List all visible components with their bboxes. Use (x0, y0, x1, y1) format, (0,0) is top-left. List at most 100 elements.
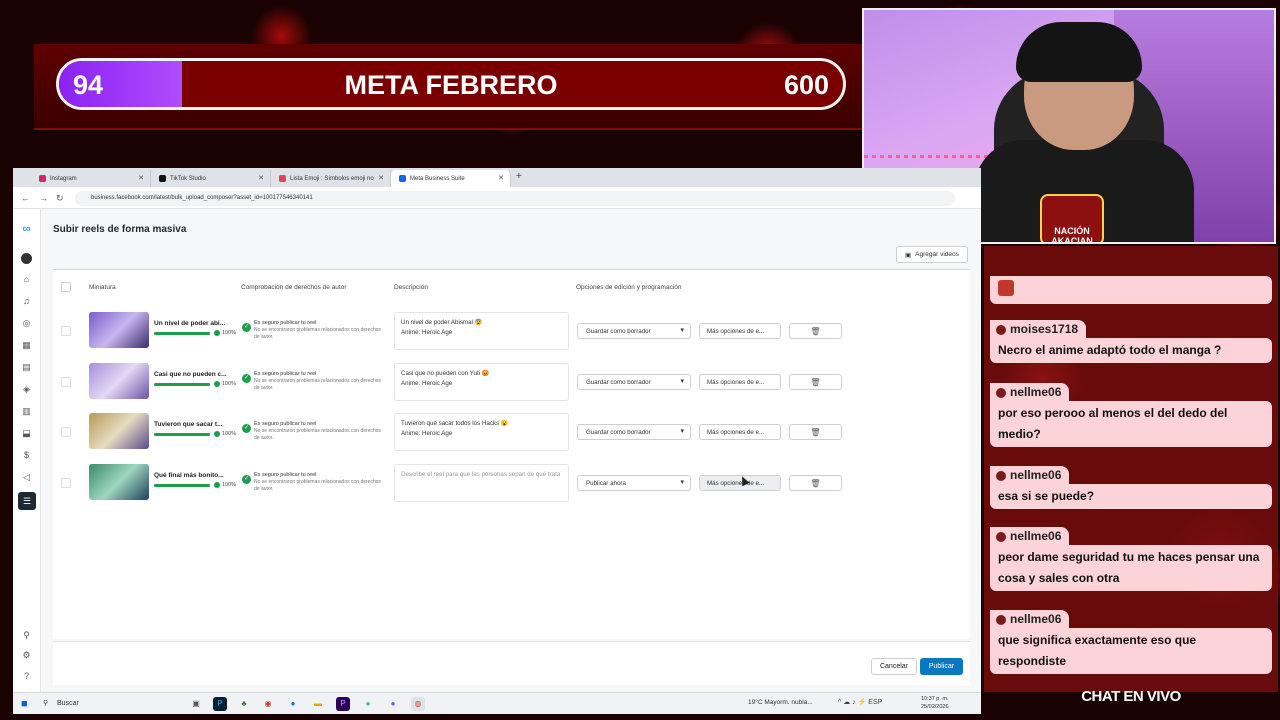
upload-progress-bar (154, 332, 210, 335)
tab-instagram[interactable]: Instagram ✕ (31, 170, 151, 187)
user-badge-icon (996, 387, 1006, 398)
more-options-label: Más opciones de e... (707, 328, 765, 335)
row-checkbox[interactable] (61, 377, 71, 387)
tab-emoji-list[interactable]: Lista Emoji : Símbolos emoji no ✕ (271, 170, 391, 187)
target-icon[interactable]: ◎ (21, 318, 32, 329)
photoshop-icon[interactable]: P (213, 697, 227, 711)
monetization-icon[interactable]: $ (21, 450, 32, 461)
premiere-icon[interactable]: P (336, 697, 350, 711)
select-all-checkbox[interactable] (61, 282, 71, 292)
emote-icon (998, 280, 1014, 296)
ads-manager-icon[interactable]: ◁ (21, 472, 32, 483)
content-icon[interactable]: ▤ (21, 362, 32, 373)
check-circle-icon (214, 330, 220, 336)
video-name: Casi que no pueden c... (154, 371, 227, 378)
check-circle-icon (214, 431, 220, 437)
tab-tiktok-studio[interactable]: TikTok Studio ✕ (151, 170, 271, 187)
edge-icon[interactable]: ● (286, 697, 300, 711)
taskbar-clock[interactable]: 10:37 p. m. 25/02/2026 (921, 695, 949, 711)
upload-percent: 100% (222, 381, 237, 387)
publish-option-value: Guardar como borrador (586, 379, 651, 386)
page-content: ∞ ⌂ ♫ ◎ ▦ ▤ ◈ ▥ ⬓ $ ◁ ☰ ⚲ ⚙ ? Subir reel… (13, 209, 981, 692)
close-icon[interactable]: ✕ (138, 174, 144, 182)
app-icon[interactable]: ♣ (237, 697, 251, 711)
user-badge-icon (996, 470, 1006, 481)
close-icon[interactable]: ✕ (378, 174, 384, 182)
cancel-button[interactable]: Cancelar (871, 658, 917, 675)
chrome-icon[interactable]: ◍ (411, 697, 425, 711)
chat-username: nellme06 (990, 383, 1070, 401)
description-text: Un nivel de poder Abismal 😨 Anime: Heroi… (401, 319, 483, 336)
description-field[interactable]: Describe el reel para que las personas s… (394, 464, 569, 502)
add-videos-button[interactable]: ▣ Agregar videos (896, 246, 968, 263)
reload-icon[interactable]: ↻ (56, 193, 64, 204)
led-strip (864, 155, 1004, 158)
video-thumbnail[interactable] (89, 464, 149, 500)
description-placeholder: Describe el reel para que las personas s… (401, 471, 561, 478)
ads-icon[interactable]: ◈ (21, 384, 32, 395)
channel-logo-text: NACIÓN AKACIAN (1051, 226, 1093, 244)
url-field[interactable]: business.facebook.com/latest/bulk_upload… (75, 191, 955, 206)
row-checkbox[interactable] (61, 427, 71, 437)
video-thumbnail[interactable] (89, 312, 149, 348)
settings-gear-icon[interactable]: ⚙ (21, 650, 32, 661)
new-tab-button[interactable]: + (516, 171, 522, 182)
address-bar: ← → ↻ business.facebook.com/latest/bulk_… (13, 187, 981, 209)
home-icon[interactable]: ⌂ (21, 274, 32, 285)
publish-button[interactable]: Publicar (920, 658, 963, 675)
close-icon[interactable]: ✕ (258, 174, 264, 182)
trash-icon: 🗑 (810, 428, 821, 437)
chat-username-text: nellme06 (1010, 385, 1062, 399)
publish-option-value: Publicar ahora (586, 480, 626, 487)
profile-avatar-icon[interactable] (21, 253, 32, 264)
upload-progress-bar (154, 383, 210, 386)
row-checkbox[interactable] (61, 326, 71, 336)
insights-icon[interactable]: ▥ (21, 406, 32, 417)
delete-button[interactable]: 🗑 (789, 374, 842, 390)
video-thumbnail[interactable] (89, 413, 149, 449)
more-edit-options-button[interactable]: Más opciones de e... (699, 323, 781, 339)
delete-button[interactable]: 🗑 (789, 323, 842, 339)
forward-arrow-icon[interactable]: → (39, 193, 48, 203)
system-tray[interactable]: ^ ☁ ♪ ⚡ ESP (838, 698, 882, 706)
whatsapp-icon[interactable]: ● (361, 697, 375, 711)
delete-button[interactable]: 🗑 (789, 475, 842, 491)
tab-meta-business-suite[interactable]: Meta Business Suite ✕ (391, 170, 511, 187)
row-checkbox[interactable] (61, 478, 71, 488)
inbox-icon[interactable]: ⬓ (21, 428, 32, 439)
more-edit-options-button[interactable]: Más opciones de e... (699, 374, 781, 390)
close-icon[interactable]: ✕ (498, 174, 504, 182)
description-field[interactable]: Tuvieron que sacar todos los Hacks 😮 Ani… (394, 413, 569, 451)
caret-down-icon: ▾ (680, 327, 684, 334)
tab-bar: Instagram ✕ TikTok Studio ✕ Lista Emoji … (13, 168, 981, 187)
video-thumbnail[interactable] (89, 363, 149, 399)
publish-option-select[interactable]: Guardar como borrador ▾ (577, 374, 691, 390)
calendar-icon[interactable]: ▦ (21, 340, 32, 351)
discord-icon[interactable]: ● (386, 697, 400, 711)
windows-taskbar: ■ ⚲ Buscar ▣ P ♣ ◉ ● ▬ P ● ● ◍ 19°C Mayo… (13, 692, 981, 714)
description-field[interactable]: Un nivel de poder Abismal 😨 Anime: Heroi… (394, 312, 569, 350)
description-field[interactable]: Casi que no pueden con Yuti 😡 Anime: Her… (394, 363, 569, 401)
file-explorer-icon[interactable]: ▬ (311, 697, 325, 711)
back-arrow-icon[interactable]: ← (21, 193, 30, 203)
publish-option-select[interactable]: Guardar como borrador ▾ (577, 323, 691, 339)
delete-button[interactable]: 🗑 (789, 424, 842, 440)
table-row: Un nivel de poder abi... 100% ✓ Es segur… (53, 312, 970, 350)
search-icon[interactable]: ⚲ (21, 630, 32, 641)
meta-logo-icon[interactable]: ∞ (21, 224, 32, 235)
publish-option-select[interactable]: Guardar como borrador ▾ (577, 424, 691, 440)
url-text: business.facebook.com/latest/bulk_upload… (91, 195, 313, 201)
help-icon[interactable]: ? (21, 671, 32, 682)
taskbar-search[interactable]: ⚲ Buscar (39, 697, 179, 711)
recorder-icon[interactable]: ◉ (261, 697, 275, 711)
more-edit-options-button[interactable]: Más opciones de e... (699, 424, 781, 440)
publish-option-select[interactable]: Publicar ahora ▾ (577, 475, 691, 491)
goal-title: META FEBRERO (344, 70, 558, 100)
column-header-options: Opciones de edición y programación (576, 284, 682, 291)
weather-widget[interactable]: 19°C Mayorm. nubla... (748, 699, 813, 706)
goal-progress-bar: 94 META FEBRERO 600 (56, 58, 846, 110)
task-view-icon[interactable]: ▣ (189, 697, 203, 711)
windows-start-icon[interactable]: ■ (21, 698, 28, 710)
all-tools-menu-icon[interactable]: ☰ (18, 492, 36, 510)
notifications-icon[interactable]: ♫ (21, 296, 32, 307)
